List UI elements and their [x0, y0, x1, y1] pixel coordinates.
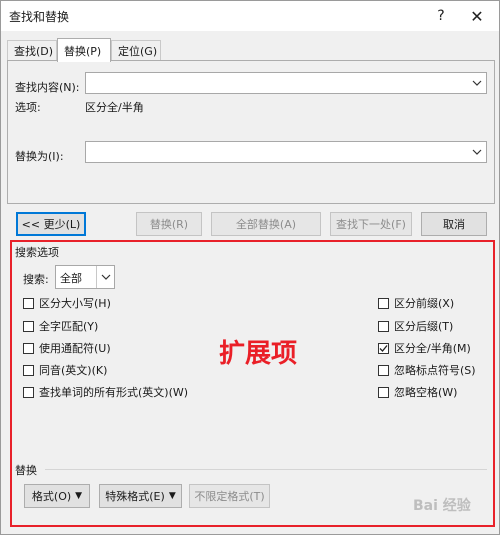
checkbox[interactable]: [378, 386, 389, 398]
replace-with-input[interactable]: [85, 141, 487, 163]
match-prefix-option[interactable]: 区分前缀(X): [378, 295, 454, 311]
watermark: Bai 经验: [413, 498, 471, 514]
tab-replace[interactable]: 替换(P): [57, 38, 111, 62]
checkbox[interactable]: [23, 364, 34, 376]
find-replace-dialog: 查找和替换 ? ✕ 查找(D) 替换(P) 定位(G) 查找内容(N): 选项:…: [0, 0, 500, 535]
expansion-annotation: 扩展项: [219, 339, 298, 369]
ignore-punctuation-option[interactable]: 忽略标点符号(S): [378, 362, 476, 378]
special-format-dropdown-button[interactable]: 特殊格式(E) ▼: [99, 484, 182, 508]
search-options-title: 搜索选项: [15, 246, 59, 259]
find-what-label: 查找内容(N):: [15, 81, 80, 94]
checkbox[interactable]: [23, 320, 34, 332]
checkbox[interactable]: [23, 342, 34, 354]
format-button-label: 格式(O): [31, 490, 72, 503]
find-next-button[interactable]: 查找下一处(F): [330, 212, 412, 236]
checkbox[interactable]: [378, 364, 389, 376]
replace-section-title: 替换: [15, 464, 37, 477]
triangle-down-icon: ▼: [168, 491, 176, 501]
chevron-down-icon[interactable]: [468, 142, 486, 162]
checkbox[interactable]: [378, 320, 389, 332]
wildcards-option[interactable]: 使用通配符(U): [23, 340, 111, 356]
match-case-option[interactable]: 区分大小写(H): [23, 295, 111, 311]
checkbox[interactable]: [378, 297, 389, 309]
search-direction-label: 搜索:: [23, 273, 49, 286]
checkbox[interactable]: [23, 297, 34, 309]
search-direction-select[interactable]: 全部: [55, 265, 115, 289]
window-title: 查找和替换: [9, 10, 70, 24]
sounds-like-option[interactable]: 同音(英文)(K): [23, 362, 107, 378]
replace-button[interactable]: 替换(R): [136, 212, 202, 236]
tab-goto[interactable]: 定位(G): [111, 40, 161, 61]
ignore-space-option[interactable]: 忽略空格(W): [378, 384, 457, 400]
help-icon[interactable]: ?: [427, 4, 455, 28]
search-direction-value: 全部: [60, 272, 82, 285]
checkbox-label: 忽略标点符号(S): [394, 364, 476, 377]
checkbox-label: 使用通配符(U): [39, 342, 111, 355]
chevron-down-icon[interactable]: [96, 266, 114, 288]
no-formatting-button[interactable]: 不限定格式(T): [189, 484, 270, 508]
options-value: 区分全/半角: [85, 101, 144, 114]
less-button[interactable]: << 更少(L): [16, 212, 86, 236]
checkbox-label: 同音(英文)(K): [39, 364, 108, 377]
chevron-down-icon[interactable]: [468, 73, 486, 93]
special-button-label: 特殊格式(E): [105, 490, 165, 503]
checkbox[interactable]: [23, 386, 34, 398]
all-word-forms-option[interactable]: 查找单词的所有形式(英文)(W): [23, 384, 188, 400]
whole-word-option[interactable]: 全字匹配(Y): [23, 318, 98, 334]
replace-all-button[interactable]: 全部替换(A): [211, 212, 321, 236]
checkbox-checked[interactable]: [378, 342, 389, 354]
options-label: 选项:: [15, 101, 41, 114]
match-width-option[interactable]: 区分全/半角(M): [378, 340, 471, 356]
find-what-input[interactable]: [85, 72, 487, 94]
checkbox-label: 全字匹配(Y): [39, 320, 99, 333]
close-icon[interactable]: ✕: [463, 4, 491, 28]
section-divider: [45, 469, 487, 470]
checkbox-label: 区分后缀(T): [394, 320, 454, 333]
triangle-down-icon: ▼: [75, 491, 83, 501]
tab-find[interactable]: 查找(D): [7, 40, 57, 61]
match-suffix-option[interactable]: 区分后缀(T): [378, 318, 453, 334]
cancel-button[interactable]: 取消: [421, 212, 487, 236]
format-dropdown-button[interactable]: 格式(O) ▼: [24, 484, 90, 508]
checkbox-label: 查找单词的所有形式(英文)(W): [39, 386, 189, 399]
checkmark-icon: [379, 344, 388, 352]
checkbox-label: 忽略空格(W): [394, 386, 458, 399]
checkbox-label: 区分前缀(X): [394, 297, 455, 310]
replace-with-label: 替换为(I):: [15, 150, 64, 163]
checkbox-label: 区分全/半角(M): [394, 342, 471, 355]
checkbox-label: 区分大小写(H): [39, 297, 111, 310]
title-bar: 查找和替换 ? ✕: [1, 1, 499, 31]
